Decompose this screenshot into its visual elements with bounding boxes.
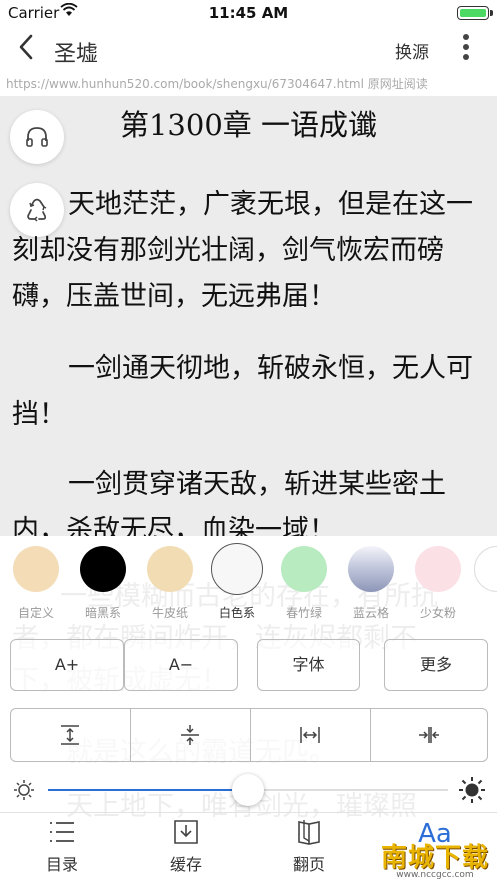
swatch-circle bbox=[474, 546, 497, 592]
swatch-circle bbox=[147, 546, 193, 592]
nav-bar: 圣墟 换源 bbox=[0, 26, 497, 72]
change-source-button[interactable]: 换源 bbox=[395, 38, 429, 63]
paragraph: 天地茫茫，广袤无垠，但是在这一刻却没有那剑光壮阔，剑气恢宏而磅礴，压盖世间，无远… bbox=[12, 189, 473, 312]
paragraph: 一剑通天彻地，斩破永恒，无人可挡！ bbox=[12, 353, 473, 430]
swatch-circle bbox=[211, 543, 263, 595]
brightness-low-icon bbox=[12, 778, 36, 806]
margin-wide-button[interactable] bbox=[251, 709, 370, 761]
theme-more[interactable] bbox=[470, 546, 497, 592]
more-icon[interactable] bbox=[463, 34, 471, 64]
reader-settings-panel: 一些模糊而古老的存在，有所抗 者，都在瞬间炸开，连灰烬都剩不 下，被斩成虚无！ … bbox=[0, 536, 497, 883]
margin-narrow-icon bbox=[418, 724, 440, 750]
theme-custom[interactable]: 自定义 bbox=[6, 546, 66, 621]
swatch-circle bbox=[281, 546, 327, 592]
font-button[interactable]: 字体 bbox=[257, 639, 360, 691]
source-url-link[interactable]: https://www.hunhun520.com/book/shengxu/6… bbox=[0, 72, 497, 96]
margin-narrow-button[interactable] bbox=[371, 709, 488, 761]
spacing-wide-icon bbox=[59, 724, 81, 750]
swatch-circle bbox=[348, 546, 394, 592]
line-spacing-narrow-button[interactable] bbox=[131, 709, 250, 761]
list-icon bbox=[48, 822, 76, 849]
battery-icon bbox=[457, 6, 493, 20]
theme-green[interactable]: 春竹绿 bbox=[274, 546, 334, 621]
listen-button[interactable] bbox=[10, 110, 64, 164]
theme-white[interactable]: 白色系 bbox=[207, 543, 267, 621]
font-decrease-button[interactable]: A− bbox=[124, 639, 238, 691]
theme-pink[interactable]: 少女粉 bbox=[408, 546, 468, 621]
swatch-circle bbox=[415, 546, 461, 592]
paragraph: 一剑贯穿诸天敌，斩进某些密土内，杀敌无尽，血染一域！ bbox=[12, 469, 446, 536]
status-bar: Carrier 11:45 AM bbox=[0, 0, 497, 26]
brightness-control bbox=[0, 770, 497, 810]
download-icon bbox=[172, 820, 200, 849]
brightness-high-icon bbox=[458, 776, 486, 808]
headphones-icon bbox=[24, 124, 50, 154]
tab-page-turn[interactable]: 翻页 bbox=[264, 819, 354, 875]
margin-wide-icon bbox=[299, 724, 321, 750]
spacing-controls bbox=[10, 708, 488, 762]
watermark-logo: 南城下载 www.nccgcc.com bbox=[380, 843, 489, 880]
chapter-title: 第1300章 一语成谶 bbox=[119, 108, 378, 142]
tab-cache[interactable]: 缓存 bbox=[141, 819, 231, 875]
font-increase-button[interactable]: A+ bbox=[10, 639, 124, 691]
book-title: 圣墟 bbox=[54, 42, 99, 67]
more-settings-button[interactable]: 更多 bbox=[384, 639, 488, 691]
theme-blue[interactable]: 蓝云格 bbox=[341, 546, 401, 621]
spacing-narrow-icon bbox=[179, 724, 201, 750]
back-icon[interactable] bbox=[18, 34, 34, 67]
theme-dark[interactable]: 暗黑系 bbox=[73, 546, 133, 621]
swatch-circle bbox=[13, 546, 59, 592]
theme-swatches: 自定义 暗黑系 牛皮纸 白色系 春竹绿 蓝云格 少女粉 bbox=[0, 543, 497, 626]
brightness-slider-thumb[interactable] bbox=[232, 774, 264, 806]
reading-area[interactable]: 第1300章 一语成谶 天地茫茫，广袤无垠，但是在这一刻却没有那剑光壮阔，剑气恢… bbox=[0, 96, 497, 536]
theme-kraft[interactable]: 牛皮纸 bbox=[140, 546, 200, 621]
book-icon bbox=[295, 820, 323, 849]
swatch-circle bbox=[80, 546, 126, 592]
status-time: 11:45 AM bbox=[208, 4, 289, 22]
font-controls: A+ A− 字体 更多 bbox=[10, 639, 488, 691]
bottom-toolbar: 目录 缓存 翻页 Aa 南城下载 www.nccgcc.com bbox=[0, 812, 497, 884]
tab-catalog[interactable]: 目录 bbox=[17, 819, 107, 875]
line-spacing-wide-button[interactable] bbox=[11, 709, 130, 761]
